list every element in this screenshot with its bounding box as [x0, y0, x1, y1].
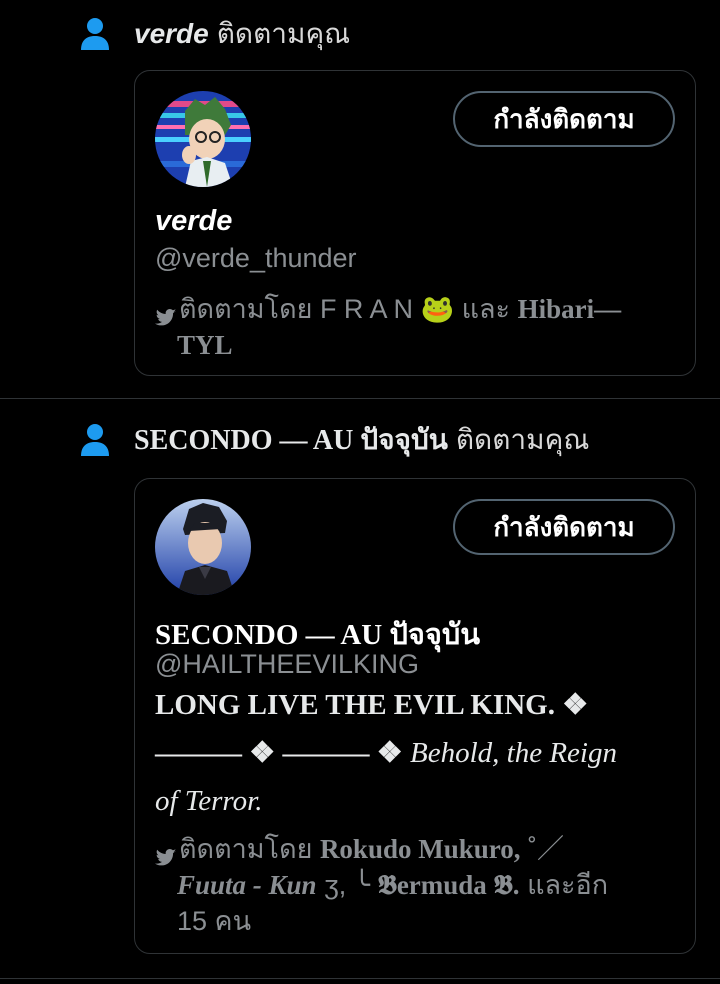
notification-item-1[interactable]: verde ติดตามคุณ กำลังติดตาม verde @verde… — [0, 0, 720, 397]
header-user-name[interactable]: SECONDO — AU ปัจจุบัน — [134, 418, 448, 462]
header-action-text: ติดตามคุณ — [216, 18, 351, 49]
bio-line-3: of Terror. — [155, 785, 263, 817]
card-user-handle: @verde_thunder — [155, 243, 357, 273]
user-card[interactable]: กำลังติดตาม SECONDO — AU ปัจจุบัน @HAILT… — [134, 478, 696, 954]
avatar[interactable] — [155, 499, 251, 595]
followed-by-text: ติดตามโดย Rokudo Mukuro, ˚／ Fuuta - Kun … — [155, 831, 675, 939]
followed-by-user-2-cont[interactable]: TYL — [177, 330, 233, 360]
following-button[interactable]: กำลังติดตาม — [453, 499, 675, 555]
followed-by-separator: ʒ, ╰ — [324, 870, 371, 900]
followed-by-prefix: ติดตามโดย — [179, 834, 313, 864]
followed-by-user-3[interactable]: 𝕭ermuda 𝕭. — [378, 870, 520, 900]
followed-by-count[interactable]: 15 คน — [155, 903, 675, 939]
followed-by-user-1[interactable]: Rokudo Mukuro, — [320, 834, 521, 864]
followed-by-user-1[interactable]: F R A N 🐸 และ — [320, 294, 510, 324]
followed-by-symbol: ˚／ — [528, 834, 565, 864]
card-user-handle: @HAILTHEEVILKING — [155, 649, 419, 679]
twitter-bird-icon — [155, 301, 177, 326]
person-icon — [80, 423, 110, 457]
followed-by-prefix: ติดตามโดย — [179, 294, 313, 324]
notification-header-2: SECONDO — AU ปัจจุบัน ติดตามคุณ — [80, 420, 589, 460]
person-icon — [80, 17, 110, 51]
user-bio: LONG LIVE THE EVIL KING. ❖ ——— ❖ ——— ❖ B… — [155, 681, 675, 825]
twitter-bird-icon — [155, 841, 177, 866]
notification-item-2[interactable]: SECONDO — AU ปัจจุบัน ติดตามคุณ กำลังติด… — [0, 398, 720, 978]
divider — [0, 978, 720, 979]
followed-by-text: ติดตามโดย F R A N 🐸 และ Hibari— TYL — [155, 291, 675, 363]
bio-decoration: ——— ❖ ——— ❖ — [155, 737, 403, 769]
followed-by-tail: และอีก — [527, 870, 609, 900]
notification-header-1: verde ติดตามคุณ — [80, 14, 350, 54]
followed-by-user-2[interactable]: Fuuta - Kun — [177, 870, 317, 900]
card-user-name[interactable]: verde — [155, 205, 232, 238]
bio-italic-text: Behold, the Reign — [410, 737, 617, 769]
bio-line-1: LONG LIVE THE EVIL KING. ❖ — [155, 689, 589, 721]
following-button[interactable]: กำลังติดตาม — [453, 91, 675, 147]
bio-line-2: ——— ❖ ——— ❖ Behold, the Reign — [155, 729, 675, 777]
header-user-name[interactable]: verde — [134, 18, 209, 50]
avatar[interactable] — [155, 91, 251, 187]
header-action-text: ติดตามคุณ — [455, 424, 590, 455]
followed-by-user-2[interactable]: Hibari— — [518, 294, 622, 324]
user-card[interactable]: กำลังติดตาม verde @verde_thunder ติดตามโ… — [134, 70, 696, 376]
